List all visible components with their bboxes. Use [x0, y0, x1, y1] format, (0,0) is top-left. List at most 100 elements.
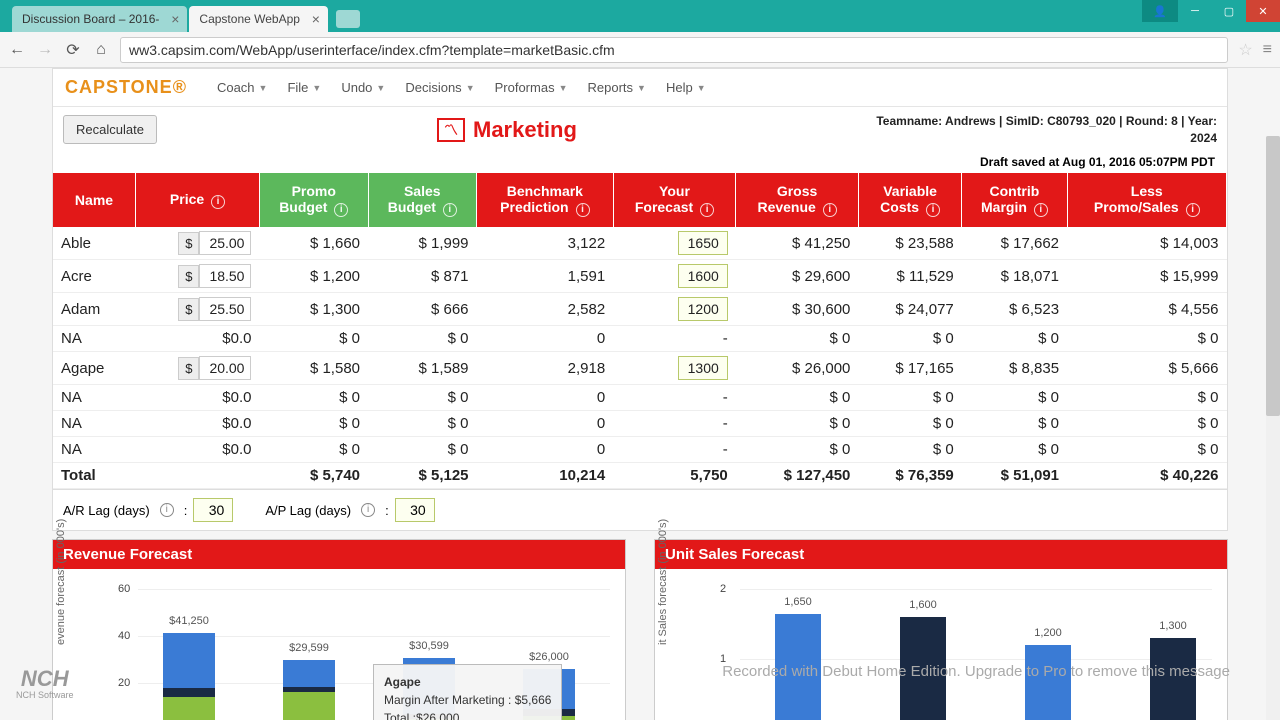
table-row: NA$0.0$ 0$ 00-$ 0$ 0$ 0$ 0 — [53, 437, 1227, 463]
ar-lag-input[interactable]: 30 — [193, 498, 233, 522]
recalculate-button[interactable]: Recalculate — [63, 115, 157, 144]
menu-proformas[interactable]: Proformas ▼ — [485, 80, 578, 95]
tab-discussion[interactable]: Discussion Board – 2016- × — [12, 6, 187, 32]
cell-price: $20.00 — [136, 352, 260, 385]
cell-promo: $ 1,660 — [259, 227, 368, 260]
menu-coach[interactable]: Coach ▼ — [207, 80, 278, 95]
cell-name: Adam — [53, 293, 136, 326]
info-icon[interactable]: i — [160, 503, 174, 517]
forward-icon[interactable]: → — [36, 41, 54, 59]
new-tab-button[interactable] — [336, 10, 360, 28]
info-icon[interactable]: i — [576, 203, 590, 217]
scrollbar[interactable] — [1266, 136, 1280, 720]
col-contrib-margin: ContribMargin i — [962, 173, 1067, 228]
price-input[interactable]: 25.00 — [199, 231, 251, 255]
url-text: ww3.capsim.com/WebApp/userinterface/inde… — [129, 42, 615, 58]
cell-vc: $ 0 — [858, 385, 961, 411]
bar-label: $29,599 — [283, 642, 335, 654]
price-input[interactable]: 20.00 — [199, 356, 251, 380]
cell-rev: $ 0 — [736, 326, 859, 352]
cell-less: $ 4,556 — [1067, 293, 1226, 326]
info-icon[interactable]: i — [361, 503, 375, 517]
back-icon[interactable]: ← — [8, 41, 26, 59]
price-input[interactable]: 25.50 — [199, 297, 251, 321]
reload-icon[interactable]: ⟳ — [64, 40, 82, 60]
address-bar: ← → ⟳ ⌂ ww3.capsim.com/WebApp/userinterf… — [0, 32, 1280, 68]
price-input[interactable]: 18.50 — [199, 264, 251, 288]
nch-logo: NCH NCH Software — [16, 668, 74, 700]
url-input[interactable]: ww3.capsim.com/WebApp/userinterface/inde… — [120, 37, 1228, 63]
forecast-input[interactable]: 1650 — [678, 231, 728, 255]
cell-fcst: 1600 — [613, 260, 736, 293]
info-icon[interactable]: i — [211, 195, 225, 209]
info-icon[interactable]: i — [1186, 203, 1200, 217]
menu-decisions[interactable]: Decisions ▼ — [395, 80, 484, 95]
cell-fcst: 1200 — [613, 293, 736, 326]
table-row: Acre$18.50$ 1,200$ 8711,5911600$ 29,600$… — [53, 260, 1227, 293]
cell-less: $ 0 — [1067, 326, 1226, 352]
close-icon[interactable]: × — [312, 11, 320, 27]
bookmark-icon[interactable]: ☆ — [1238, 40, 1252, 60]
info-icon[interactable]: i — [926, 203, 940, 217]
minimize-button[interactable]: ─ — [1178, 0, 1212, 22]
marketing-table: NamePrice iPromoBudget iSalesBudget iBen… — [53, 173, 1227, 490]
cell-promo: $ 1,580 — [259, 352, 368, 385]
ap-lag-input[interactable]: 30 — [395, 498, 435, 522]
cell-sales: $ 1,999 — [368, 227, 477, 260]
menu-help[interactable]: Help ▼ — [656, 80, 716, 95]
info-icon[interactable]: i — [823, 203, 837, 217]
scroll-thumb[interactable] — [1266, 136, 1280, 416]
home-icon[interactable]: ⌂ — [92, 41, 110, 59]
info-icon[interactable]: i — [700, 203, 714, 217]
cell-bench: 0 — [477, 411, 614, 437]
tooltip-line: Margin After Marketing : $5,666 — [384, 691, 551, 709]
maximize-button[interactable]: ▢ — [1212, 0, 1246, 22]
close-button[interactable]: ✕ — [1246, 0, 1280, 22]
col-name: Name — [53, 173, 136, 228]
tooltip-title: Agape — [384, 673, 551, 691]
forecast-input[interactable]: 1300 — [678, 356, 728, 380]
info-icon[interactable]: i — [1034, 203, 1048, 217]
menu-icon[interactable]: ≡ — [1263, 41, 1272, 59]
cell-name: NA — [53, 411, 136, 437]
bar-segment — [283, 692, 335, 720]
col-your-forecast: YourForecast i — [613, 173, 736, 228]
cell-sales: $ 871 — [368, 260, 477, 293]
bar-segment — [163, 633, 215, 688]
menu-undo[interactable]: Undo ▼ — [331, 80, 395, 95]
cell-name: Agape — [53, 352, 136, 385]
col-gross-revenue: GrossRevenue i — [736, 173, 859, 228]
forecast-input[interactable]: 1600 — [678, 264, 728, 288]
cell-rev: $ 41,250 — [736, 227, 859, 260]
table-row: NA$0.0$ 0$ 00-$ 0$ 0$ 0$ 0 — [53, 411, 1227, 437]
cell-vc: $ 24,077 — [858, 293, 961, 326]
cell-vc: $ 0 — [858, 437, 961, 463]
forecast-input[interactable]: 1200 — [678, 297, 728, 321]
tab-label: Capstone WebApp — [199, 12, 300, 26]
cell-vc: $ 17,165 — [858, 352, 961, 385]
info-icon[interactable]: i — [443, 203, 457, 217]
info-icon[interactable]: i — [334, 203, 348, 217]
cell-sales: $ 666 — [368, 293, 477, 326]
close-icon[interactable]: × — [171, 11, 179, 27]
bar-acre[interactable]: $29,599 — [283, 660, 335, 720]
bar-able[interactable]: $41,250 — [163, 633, 215, 720]
cell-price: $0.0 — [136, 326, 260, 352]
user-icon[interactable]: 👤 — [1142, 0, 1178, 22]
revenue-forecast-chart: Revenue Forecast evenue forecast (in 000… — [52, 539, 626, 720]
cell-name: NA — [53, 326, 136, 352]
bar-adam[interactable]: 1,200 — [1025, 645, 1071, 720]
tab-capstone[interactable]: Capstone WebApp × — [189, 6, 328, 32]
cell-sales: $ 1,589 — [368, 352, 477, 385]
menu-file[interactable]: File ▼ — [277, 80, 331, 95]
tab-label: Discussion Board – 2016- — [22, 12, 159, 26]
cell-bench: 2,918 — [477, 352, 614, 385]
bar-segment — [283, 660, 335, 687]
chevron-down-icon: ▼ — [466, 83, 475, 93]
menu-reports[interactable]: Reports ▼ — [578, 80, 656, 95]
bar-segment — [163, 688, 215, 697]
window-controls: 👤 ─ ▢ ✕ — [1142, 0, 1280, 22]
browser-chrome: Discussion Board – 2016- × Capstone WebAp… — [0, 0, 1280, 68]
cell-bench: 0 — [477, 437, 614, 463]
lag-row: A/R Lag (days) i : 30 A/P Lag (days) i :… — [53, 489, 1227, 530]
